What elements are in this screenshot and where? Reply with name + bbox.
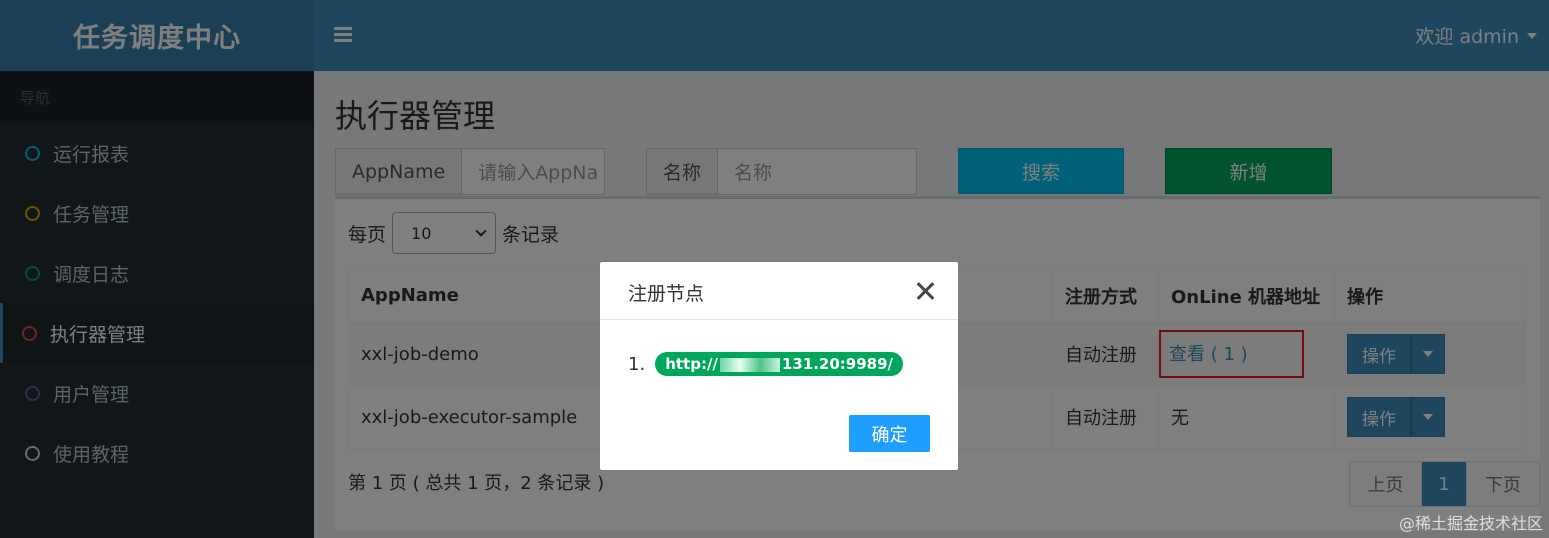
node-address-prefix: http:// [665, 355, 718, 373]
dialog-body: 1. http:// 131.20:9989/ [628, 352, 904, 376]
close-icon[interactable] [916, 282, 934, 300]
registry-nodes-dialog: 注册节点 1. http:// 131.20:9989/ 确定 [600, 262, 958, 470]
confirm-button[interactable]: 确定 [849, 415, 930, 452]
dialog-title: 注册节点 [628, 283, 705, 305]
redacted-ip-mask [719, 357, 780, 372]
node-index: 1. [628, 353, 646, 375]
node-address-suffix: 131.20:9989/ [781, 355, 894, 373]
watermark: @稀土掘金技术社区 [1398, 514, 1543, 533]
node-address-badge: http:// 131.20:9989/ [655, 352, 904, 376]
dialog-divider [600, 319, 958, 320]
